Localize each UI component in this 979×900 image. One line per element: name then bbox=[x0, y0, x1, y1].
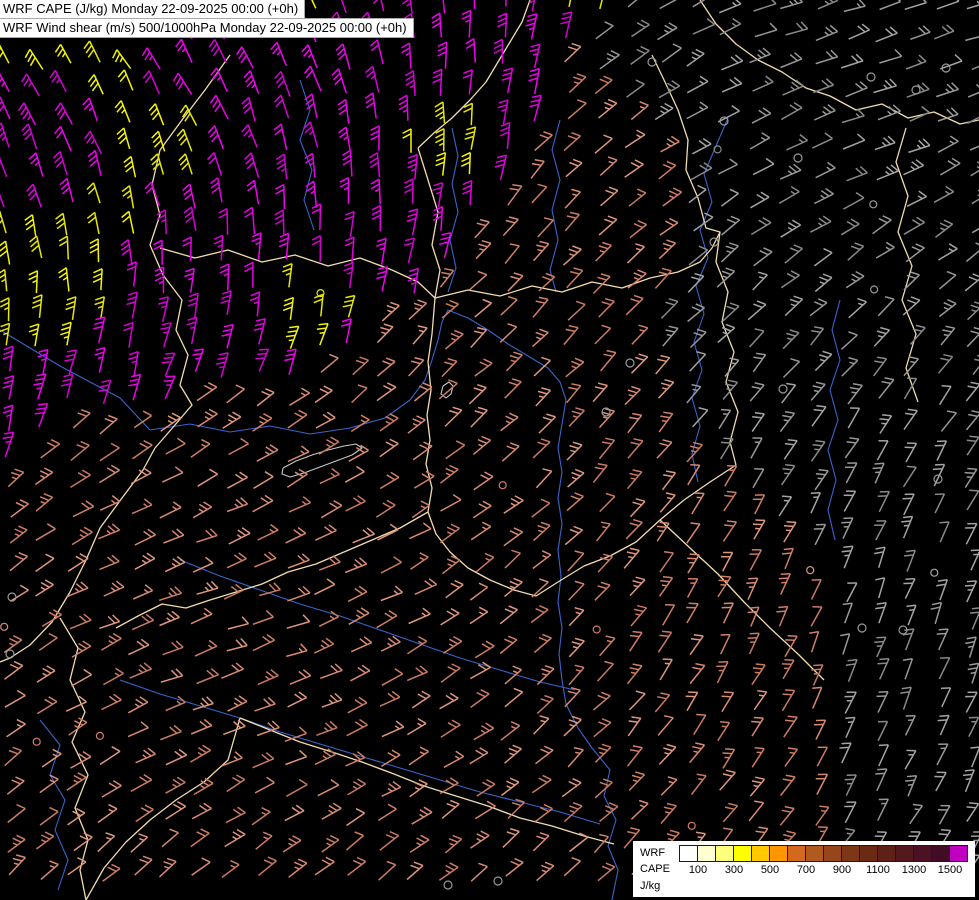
legend-model-label: WRF bbox=[640, 845, 670, 862]
map-canvas bbox=[0, 0, 979, 900]
legend-swatch bbox=[895, 845, 914, 862]
legend-unit-label: J/kg bbox=[640, 878, 670, 895]
map-title-block: WRF CAPE (J/kg) Monday 22-09-2025 00:00 … bbox=[0, 0, 414, 38]
legend-tick-label: 100 bbox=[680, 864, 716, 876]
legend-swatch bbox=[787, 845, 806, 862]
legend-scale: 100300500700900110013001500 bbox=[679, 845, 968, 876]
legend-tick-row: 100300500700900110013001500 bbox=[680, 864, 968, 876]
legend-swatch bbox=[769, 845, 788, 862]
legend-labels: WRF CAPE J/kg bbox=[640, 845, 670, 895]
weather-map-screen: WRF CAPE (J/kg) Monday 22-09-2025 00:00 … bbox=[0, 0, 979, 900]
legend-swatch bbox=[841, 845, 860, 862]
legend-swatch bbox=[733, 845, 752, 862]
legend-tick-label: 500 bbox=[752, 864, 788, 876]
legend-swatch bbox=[805, 845, 824, 862]
legend-swatch bbox=[931, 845, 950, 862]
legend-tick-label: 700 bbox=[788, 864, 824, 876]
legend-swatch bbox=[823, 845, 842, 862]
legend-tick-label: 300 bbox=[716, 864, 752, 876]
legend-swatch bbox=[679, 845, 698, 862]
legend-swatch bbox=[751, 845, 770, 862]
legend-parameter-label: CAPE bbox=[640, 861, 670, 878]
legend-tick-label: 1100 bbox=[860, 864, 896, 876]
legend-tick-label: 1500 bbox=[932, 864, 968, 876]
legend-swatch bbox=[697, 845, 716, 862]
legend-swatch bbox=[913, 845, 932, 862]
legend-swatch bbox=[949, 845, 968, 862]
title-windshear: WRF Wind shear (m/s) 500/1000hPa Monday … bbox=[0, 18, 414, 38]
cape-legend: WRF CAPE J/kg 10030050070090011001300150… bbox=[633, 841, 975, 898]
legend-swatch-row bbox=[679, 845, 968, 862]
title-cape: WRF CAPE (J/kg) Monday 22-09-2025 00:00 … bbox=[0, 0, 305, 19]
legend-tick-label: 1300 bbox=[896, 864, 932, 876]
legend-swatch bbox=[715, 845, 734, 862]
legend-tick-label: 900 bbox=[824, 864, 860, 876]
legend-swatch bbox=[877, 845, 896, 862]
legend-swatch bbox=[859, 845, 878, 862]
